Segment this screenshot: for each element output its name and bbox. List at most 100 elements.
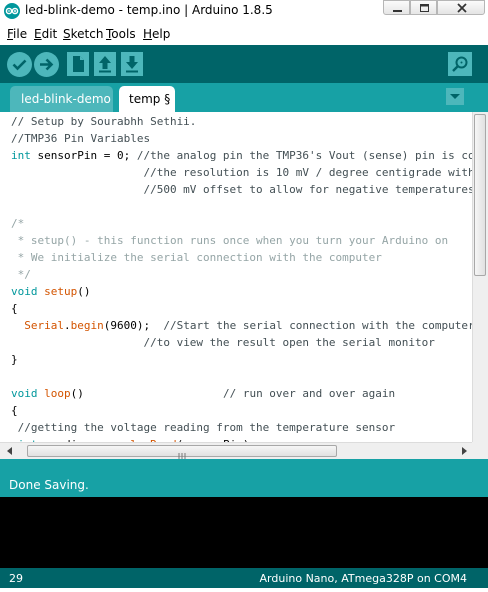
tab-led-blink-demo[interactable]: led-blink-demo [10,86,113,112]
code-token: //to view the result open the serial mon… [143,336,435,349]
upload-button[interactable] [34,52,59,77]
window-bottom-edge [0,588,488,592]
code-token: // Setup by Sourabhh Sethii. [11,115,197,128]
menu-edit-mnemonic: E [34,27,42,41]
minimize-button[interactable] [383,0,410,15]
code-line: { [11,302,18,319]
code-line: //500 mV offset to allow for negative te… [11,183,472,200]
code-token: void [11,387,38,400]
window-title: led-blink-demo - temp.ino | Arduino 1.8.… [25,3,273,17]
maximize-button[interactable] [410,0,437,15]
code-line: //to view the result open the serial mon… [11,336,435,353]
upload-icon [40,58,54,71]
menu-sketch-label: ketch [70,27,104,41]
scroll-left-button[interactable] [3,444,17,458]
code-token: () [70,387,223,400]
verify-icon [12,59,27,71]
code-token: //TMP36 Pin Variables [11,132,151,145]
code-token: { [11,302,18,315]
code-token: sensorPin = 0; [30,149,137,162]
code-line: } [11,353,18,370]
scroll-right-button[interactable] [457,444,471,458]
code-token: setup [44,285,78,298]
code-line: //TMP36 Pin Variables [11,132,150,149]
code-token: int [11,149,31,162]
code-token: () [77,285,91,298]
arrow-right-icon [462,447,467,455]
code-line: //the resolution is 10 mV / degree centi… [11,166,472,183]
serial-monitor-button[interactable] [448,52,472,76]
code-token: * We initialize the serial connection wi… [11,251,382,264]
open-icon [94,52,116,76]
grip-icon [178,448,186,459]
code-token: //Start the serial connection with the c… [163,319,472,332]
board-info: Arduino Nano, ATmega328P on COM4 [259,572,467,585]
menu-file-label: ile [13,27,28,41]
menu-bar: File Edit Sketch Tools Help [0,23,488,45]
arrow-left-icon [7,447,12,455]
scrollbar-corner [472,442,488,459]
window-titlebar: led-blink-demo - temp.ino | Arduino 1.8.… [0,0,488,23]
code-line: void setup() [11,285,91,302]
code-token: * setup() - this function runs once when… [11,234,449,247]
new-button[interactable] [67,52,89,76]
code-token: //getting the voltage reading from the t… [11,421,396,434]
code-line: // Setup by Sourabhh Sethii. [11,115,196,132]
arduino-logo-icon [4,3,20,19]
status-message: Done Saving. [9,478,89,492]
magnifier-icon [448,52,472,76]
code-line: * We initialize the serial connection wi… [11,251,382,268]
console-output[interactable] [0,497,488,568]
code-token: void [11,285,38,298]
code-token: loop [44,387,71,400]
open-button[interactable] [94,52,116,76]
tab-temp[interactable]: temp § [119,86,175,112]
chevron-down-icon [450,94,460,99]
vertical-scroll-thumb[interactable] [474,114,486,276]
code-line: //getting the voltage reading from the t… [11,421,396,438]
menu-tools-label: ools [111,27,136,41]
code-token: begin [70,319,104,332]
code-token: (9600); [103,319,164,332]
code-token: // run over and over again [222,387,396,400]
tab-label: led-blink-demo [21,92,111,106]
code-token: { [11,404,18,417]
menu-help-label: elp [152,27,171,41]
close-icon [457,3,467,13]
toolbar [0,45,488,83]
code-token: } [11,353,18,366]
code-token: . [64,319,71,332]
verify-button[interactable] [7,52,32,77]
save-button[interactable] [121,52,143,76]
code-line: Serial.begin(9600); //Start the serial c… [11,319,472,336]
code-token: //the analog pin the TMP36's Vout (sense… [136,149,472,162]
menu-file[interactable]: File [7,27,27,41]
menu-sketch-mnemonic: S [63,27,71,41]
code-token: /* [11,217,25,230]
code-line: int sensorPin = 0; //the analog pin the … [11,149,472,166]
tab-label: temp § [129,92,171,106]
code-line: */ [11,268,31,285]
tab-menu-button[interactable] [446,88,464,105]
menu-edit[interactable]: Edit [34,27,57,41]
menu-tools[interactable]: Tools [106,27,136,41]
line-number: 29 [9,572,23,585]
menu-edit-label: dit [41,27,58,41]
code-token: //500 mV offset to allow for negative te… [11,183,472,196]
new-icon [67,52,89,76]
code-editor[interactable]: // Setup by Sourabhh Sethii. //TMP36 Pin … [0,112,472,442]
menu-sketch[interactable]: Sketch [63,27,103,41]
editor-console-divider[interactable] [0,459,488,467]
menu-help-mnemonic: H [143,27,153,41]
maximize-icon [420,4,429,12]
code-line: * setup() - this function runs once when… [11,234,448,251]
footer-bar: 29 Arduino Nano, ATmega328P on COM4 [0,568,488,588]
code-line: /* [11,217,24,234]
close-button[interactable] [437,0,485,15]
code-token: //the resolution is 10 mV / degree centi… [11,166,472,179]
code-token: */ [11,268,31,281]
menu-help[interactable]: Help [143,27,170,41]
minimize-icon [393,10,402,12]
